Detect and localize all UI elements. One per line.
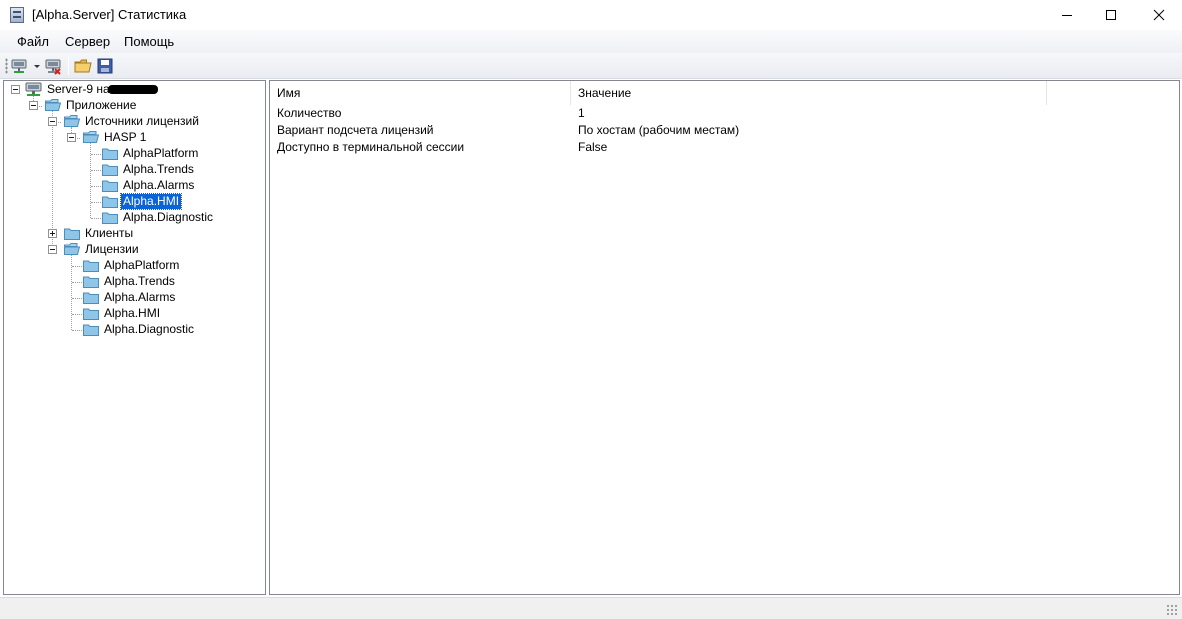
disconnect-icon xyxy=(45,59,61,75)
folder-icon xyxy=(83,260,99,272)
status-bar xyxy=(0,597,1182,619)
folder-open-icon xyxy=(83,131,99,143)
cell-value: 1 xyxy=(578,106,585,120)
tree-guide xyxy=(72,314,82,315)
resize-grip[interactable] xyxy=(1166,604,1178,616)
tree-node-license-alpha-trends[interactable]: Alpha.Trends xyxy=(102,274,177,289)
tree-guide xyxy=(91,218,101,219)
minimize-icon xyxy=(1062,15,1072,16)
folder-icon xyxy=(102,164,118,176)
tree-node-hasp-alpha-hmi[interactable]: Alpha.HMI xyxy=(119,193,183,210)
minimize-button[interactable] xyxy=(1044,0,1090,30)
connect-icon xyxy=(11,59,40,73)
disconnect-button[interactable] xyxy=(44,56,64,76)
close-icon xyxy=(1153,9,1165,21)
table-row[interactable]: Количество 1 xyxy=(270,105,1179,122)
collapse-toggle[interactable] xyxy=(48,245,57,254)
collapse-toggle[interactable] xyxy=(29,101,38,110)
tree-node-hasp-alpha-diagnostic[interactable]: Alpha.Diagnostic xyxy=(121,210,215,225)
open-folder-icon xyxy=(74,59,92,73)
tree-guide xyxy=(72,330,82,331)
column-header-filler xyxy=(1047,81,1179,105)
column-header-value[interactable]: Значение xyxy=(571,81,1047,105)
folder-icon xyxy=(102,196,118,208)
tree-node-hasp-alpha-alarms[interactable]: Alpha.Alarms xyxy=(121,178,196,193)
tree-guide xyxy=(72,266,82,267)
properties-list[interactable]: Имя Значение Количество 1 Вариант подсче… xyxy=(269,80,1180,595)
folder-open-icon xyxy=(64,243,80,255)
cell-value: False xyxy=(578,140,608,154)
tree-node-clients[interactable]: Клиенты xyxy=(83,226,135,241)
tree-node-hasp-alpha-trends[interactable]: Alpha.Trends xyxy=(121,162,196,177)
window-title: [Alpha.Server] Статистика xyxy=(32,7,187,22)
toolbar-grip[interactable] xyxy=(5,58,8,74)
tree-view[interactable]: Server-9 на Приложение Источники лицензи… xyxy=(3,80,266,595)
tree-node-hasp-alphaplatform[interactable]: AlphaPlatform xyxy=(121,146,200,161)
folder-open-icon xyxy=(45,99,61,111)
folder-icon xyxy=(102,148,118,160)
cell-name: Вариант подсчета лицензий xyxy=(277,123,434,137)
tree-guide xyxy=(91,202,101,203)
collapse-toggle[interactable] xyxy=(67,133,76,142)
folder-icon xyxy=(102,212,118,224)
tree-node-license-alphaplatform[interactable]: AlphaPlatform xyxy=(102,258,181,273)
folder-icon xyxy=(83,324,99,336)
save-icon xyxy=(97,58,113,74)
column-header-name[interactable]: Имя xyxy=(270,81,571,105)
maximize-button[interactable] xyxy=(1088,0,1134,30)
cell-value: По хостам (рабочим местам) xyxy=(578,123,740,137)
tree-node-license-alpha-diagnostic[interactable]: Alpha.Diagnostic xyxy=(102,322,196,337)
folder-icon xyxy=(102,180,118,192)
folder-icon xyxy=(83,292,99,304)
tree-guide xyxy=(72,298,82,299)
title-bar: [Alpha.Server] Статистика xyxy=(0,0,1182,30)
app-icon[interactable] xyxy=(10,7,24,23)
save-button[interactable] xyxy=(97,56,117,76)
menu-file[interactable]: Файл xyxy=(17,34,49,49)
tree-node-license-alpha-hmi[interactable]: Alpha.HMI xyxy=(102,306,162,321)
tree-node-license-alpha-alarms[interactable]: Alpha.Alarms xyxy=(102,290,177,305)
redacted-area xyxy=(108,85,158,94)
tree-node-server[interactable]: Server-9 на xyxy=(45,82,112,97)
folder-icon xyxy=(83,276,99,288)
tree-node-license-sources[interactable]: Источники лицензий xyxy=(83,114,201,129)
menu-bar: Файл Сервер Помощь xyxy=(0,30,1182,53)
tree-node-hasp[interactable]: HASP 1 xyxy=(102,130,148,145)
table-row[interactable]: Доступно в терминальной сессии False xyxy=(270,139,1179,156)
folder-icon xyxy=(83,308,99,320)
connect-button[interactable] xyxy=(10,56,42,76)
collapse-toggle[interactable] xyxy=(48,117,57,126)
tree-guide xyxy=(91,170,101,171)
server-icon xyxy=(25,82,42,96)
tree-guide xyxy=(91,186,101,187)
toolbar xyxy=(0,53,1182,79)
maximize-icon xyxy=(1106,10,1116,20)
menu-server[interactable]: Сервер xyxy=(65,34,110,49)
cell-name: Количество xyxy=(277,106,342,120)
cell-name: Доступно в терминальной сессии xyxy=(277,140,465,154)
toolbar-separator xyxy=(68,57,69,75)
folder-icon xyxy=(64,228,80,240)
tree-guide xyxy=(72,282,82,283)
open-button[interactable] xyxy=(74,56,94,76)
table-row[interactable]: Вариант подсчета лицензий По хостам (раб… xyxy=(270,122,1179,139)
menu-help[interactable]: Помощь xyxy=(124,34,174,49)
tree-node-application[interactable]: Приложение xyxy=(64,98,138,113)
folder-open-icon xyxy=(64,115,80,127)
collapse-toggle[interactable] xyxy=(11,85,20,94)
tree-node-licenses[interactable]: Лицензии xyxy=(83,242,141,257)
expand-toggle[interactable] xyxy=(48,229,57,238)
close-button[interactable] xyxy=(1136,0,1182,30)
tree-guide xyxy=(91,154,101,155)
